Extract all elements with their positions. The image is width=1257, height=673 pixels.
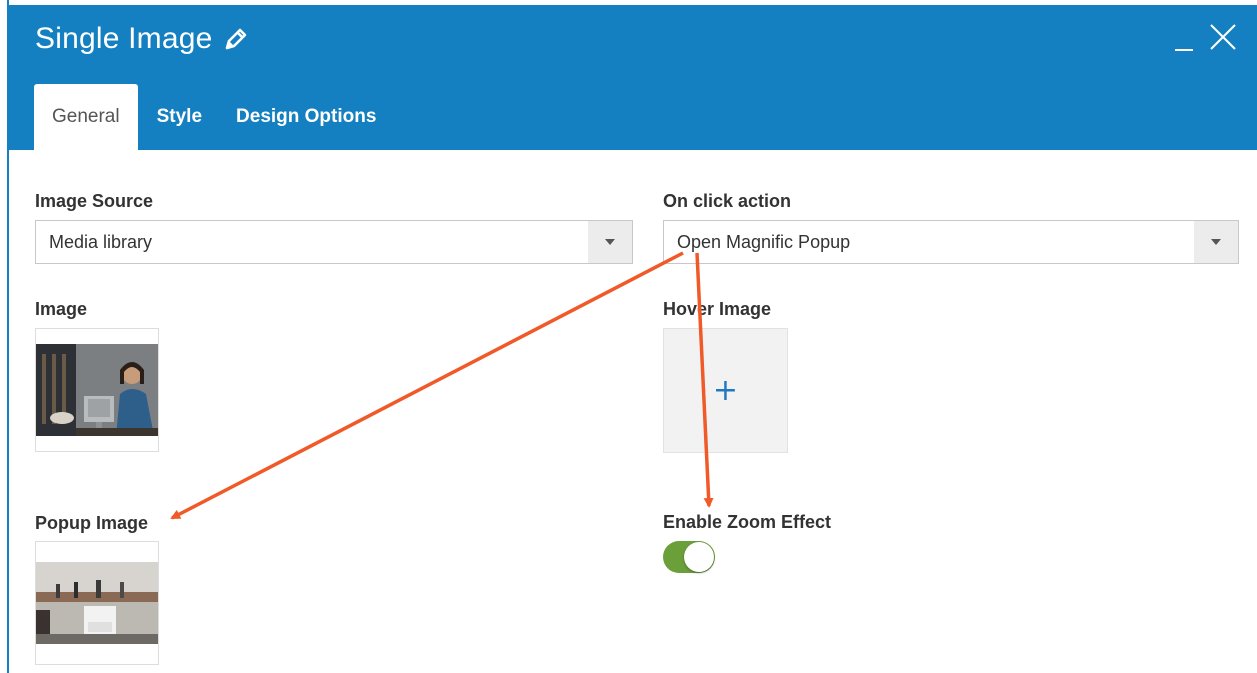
tab-general[interactable]: General: [34, 84, 138, 150]
left-edge: [0, 0, 9, 673]
plus-icon: +: [712, 372, 739, 408]
image-source-select[interactable]: Media library: [35, 220, 633, 264]
tab-design-options[interactable]: Design Options: [219, 84, 393, 150]
toggle-knob: [684, 542, 714, 572]
image-source-label: Image Source: [35, 191, 154, 211]
dialog-header: Single Image General Style Design Option…: [9, 5, 1257, 150]
single-image-dialog: Single Image General Style Design Option…: [9, 5, 1257, 673]
hover-image-label: Hover Image: [663, 299, 772, 319]
image-preview: [36, 344, 158, 436]
close-icon[interactable]: [1207, 21, 1239, 53]
image-source-value: Media library: [49, 231, 153, 252]
on-click-action-dropdown-arrow[interactable]: [1194, 221, 1238, 263]
enable-zoom-effect-label: Enable Zoom Effect: [663, 512, 832, 532]
image-source-dropdown-arrow[interactable]: [588, 221, 632, 263]
hover-image-add-button[interactable]: +: [663, 328, 788, 453]
minimize-icon[interactable]: [1173, 23, 1195, 53]
caret-down-icon: [605, 239, 615, 245]
dialog-title: Single Image: [35, 22, 213, 55]
popup-image-preview: [36, 562, 158, 644]
image-label: Image: [35, 299, 88, 319]
enable-zoom-effect-toggle[interactable]: [663, 541, 715, 573]
pencil-icon[interactable]: [223, 26, 249, 52]
on-click-action-value: Open Magnific Popup: [677, 231, 851, 252]
on-click-action-label: On click action: [663, 191, 792, 211]
popup-image-label: Popup Image: [35, 513, 149, 533]
tab-bar: General Style Design Options: [34, 84, 393, 150]
tab-style[interactable]: Style: [140, 84, 219, 150]
title-bar: Single Image: [35, 19, 249, 59]
on-click-action-select[interactable]: Open Magnific Popup: [663, 220, 1239, 264]
caret-down-icon: [1211, 239, 1221, 245]
image-thumbnail[interactable]: [35, 328, 159, 452]
popup-image-thumbnail[interactable]: [35, 541, 159, 665]
